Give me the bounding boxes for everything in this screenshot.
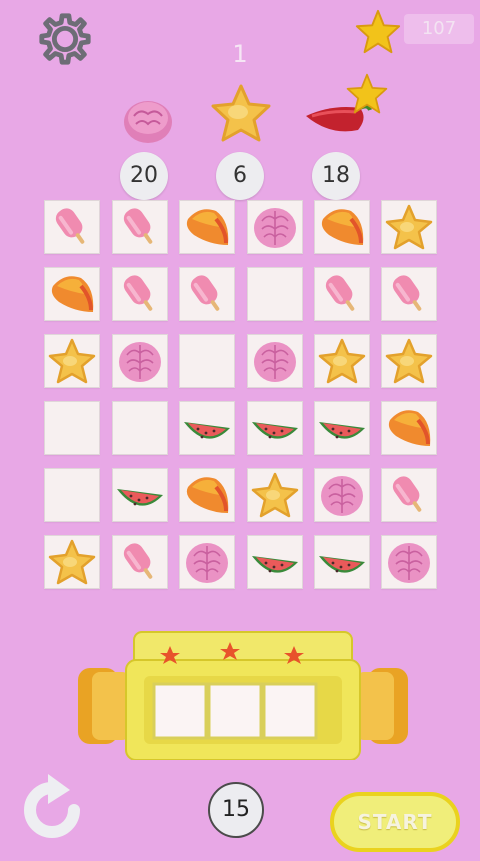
watermelon-icon — [184, 422, 230, 439]
board-tile-brain-candy[interactable] — [179, 535, 235, 589]
coin-star-icon — [354, 8, 402, 56]
board-tile-watermelon[interactable] — [314, 535, 370, 589]
goal-count-star-candy: 6 — [216, 152, 264, 200]
star-candy-icon — [318, 338, 366, 384]
star-candy-icon — [251, 472, 299, 518]
board-tile-popsicle[interactable] — [44, 200, 100, 254]
brain-candy-icon — [119, 342, 161, 382]
board-tile-empty[interactable] — [44, 468, 100, 522]
board-tile-mango[interactable] — [314, 200, 370, 254]
popsicle-icon — [392, 275, 422, 311]
board-tile-brain-candy[interactable] — [314, 468, 370, 522]
board-tile-empty[interactable] — [247, 267, 303, 321]
board-tile-mango[interactable] — [179, 200, 235, 254]
popsicle-icon — [123, 543, 153, 579]
star-candy-icon — [385, 338, 433, 384]
board-tile-watermelon[interactable] — [247, 401, 303, 455]
popsicle-icon — [190, 275, 220, 311]
board-tile-popsicle[interactable] — [314, 267, 370, 321]
board-tile-watermelon[interactable] — [112, 468, 168, 522]
start-button[interactable]: START — [330, 792, 460, 852]
popsicle-icon — [123, 208, 153, 244]
watermelon-icon — [319, 422, 365, 439]
brain-candy-icon — [254, 208, 296, 248]
board-tile-star-candy[interactable] — [381, 334, 437, 388]
board-tile-star-candy[interactable] — [44, 334, 100, 388]
popsicle-icon — [55, 208, 85, 244]
star-candy-icon — [385, 204, 433, 250]
popsicle-icon — [325, 275, 355, 311]
board-tile-mango[interactable] — [44, 267, 100, 321]
mango-icon — [388, 410, 431, 446]
board-tile-popsicle[interactable] — [381, 267, 437, 321]
board-tile-brain-candy[interactable] — [247, 334, 303, 388]
brain-candy-icon — [254, 342, 296, 382]
moves-counter: 15 — [208, 782, 264, 838]
watermelon-icon — [252, 422, 298, 439]
star-candy-icon — [48, 338, 96, 384]
mango-icon — [51, 276, 94, 312]
goal-count-brain-candy: 20 — [120, 152, 168, 200]
board-tile-popsicle[interactable] — [112, 535, 168, 589]
board-tile-watermelon[interactable] — [247, 535, 303, 589]
brain-candy-icon — [321, 476, 363, 516]
coin-counter: 107 — [404, 14, 474, 44]
board-tile-watermelon[interactable] — [314, 401, 370, 455]
board-tile-watermelon[interactable] — [179, 401, 235, 455]
mango-icon — [186, 477, 229, 513]
board-tile-popsicle[interactable] — [179, 267, 235, 321]
brain-candy-icon — [388, 543, 430, 583]
board-tile-star-candy[interactable] — [381, 200, 437, 254]
board-tile-brain-candy[interactable] — [247, 200, 303, 254]
board-tile-mango[interactable] — [381, 401, 437, 455]
board-tile-brain-candy[interactable] — [112, 334, 168, 388]
board-tile-brain-candy[interactable] — [381, 535, 437, 589]
goal-bonus-star-icon — [344, 72, 390, 116]
board-tile-popsicle[interactable] — [112, 267, 168, 321]
watermelon-icon — [252, 556, 298, 573]
watermelon-icon — [319, 556, 365, 573]
board-tile-popsicle[interactable] — [381, 468, 437, 522]
brain-candy-icon — [186, 543, 228, 583]
board-tile-empty[interactable] — [112, 401, 168, 455]
watermelon-icon — [117, 489, 163, 506]
board-tile-popsicle[interactable] — [112, 200, 168, 254]
board-tile-empty[interactable] — [44, 401, 100, 455]
board-tile-star-candy[interactable] — [247, 468, 303, 522]
goal-star-candy-icon — [208, 82, 274, 146]
star-candy-icon — [48, 539, 96, 585]
board-tile-empty[interactable] — [179, 334, 235, 388]
board-tile-mango[interactable] — [179, 468, 235, 522]
settings-gear-icon[interactable] — [36, 10, 94, 68]
slot-reels — [152, 682, 318, 740]
restart-arrow-icon[interactable] — [18, 770, 90, 850]
board-tile-star-candy[interactable] — [44, 535, 100, 589]
mango-icon — [321, 209, 364, 245]
board-tile-star-candy[interactable] — [314, 334, 370, 388]
slot-machine — [78, 630, 408, 761]
level-number: 1 — [232, 40, 248, 68]
goal-brain-candy-icon — [118, 92, 178, 148]
mango-icon — [186, 209, 229, 245]
goal-count-chili-pepper: 18 — [312, 152, 360, 200]
popsicle-icon — [123, 275, 153, 311]
popsicle-icon — [392, 476, 422, 512]
